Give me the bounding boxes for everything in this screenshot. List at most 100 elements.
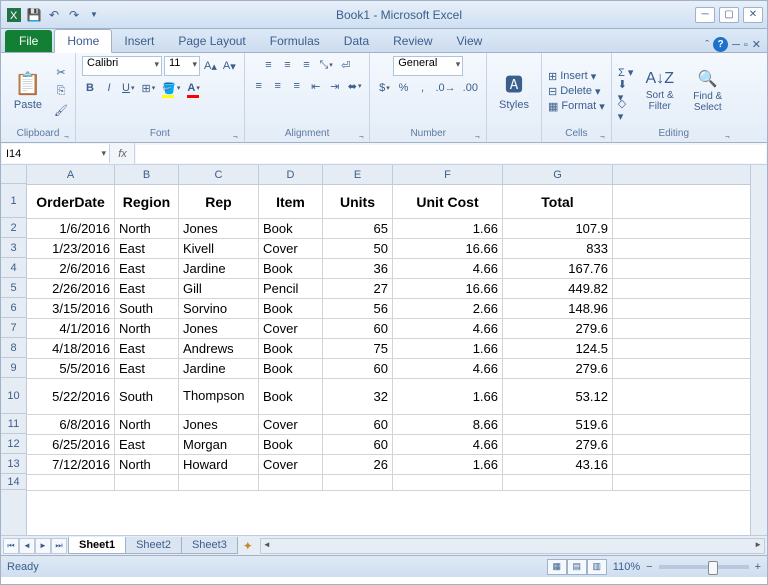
normal-view-icon[interactable]: ▦	[547, 559, 567, 575]
cell[interactable]: 1.66	[393, 219, 503, 238]
prev-sheet-icon[interactable]: ◄	[19, 538, 35, 554]
cell[interactable]: Morgan	[179, 435, 259, 454]
page-layout-view-icon[interactable]: ▤	[567, 559, 587, 575]
currency-icon[interactable]: $	[376, 79, 392, 97]
cell[interactable]: North	[115, 455, 179, 474]
cell[interactable]: 32	[323, 379, 393, 414]
row-header[interactable]: 9	[1, 358, 26, 378]
sheet-tab-2[interactable]: Sheet2	[125, 537, 182, 554]
cell[interactable]: East	[115, 239, 179, 258]
col-header[interactable]: E	[323, 165, 393, 184]
cell[interactable]: 4/1/2016	[27, 319, 115, 338]
minimize-button[interactable]: ─	[695, 7, 715, 23]
row-header[interactable]: 4	[1, 258, 26, 278]
cell[interactable]: 6/8/2016	[27, 415, 115, 434]
file-tab[interactable]: File	[5, 30, 52, 52]
redo-icon[interactable]: ↷	[65, 6, 83, 24]
border-button[interactable]: ⊞	[139, 79, 157, 97]
grid-main[interactable]: A B C D E F G OrderDate Region Rep Item …	[27, 165, 750, 535]
cell[interactable]: 2/26/2016	[27, 279, 115, 298]
vertical-scrollbar[interactable]	[750, 165, 767, 535]
bold-button[interactable]: B	[82, 79, 98, 97]
grow-font-icon[interactable]: A▴	[202, 57, 219, 75]
row-header[interactable]: 12	[1, 434, 26, 454]
decrease-decimal-icon[interactable]: .00	[461, 79, 480, 97]
align-center-icon[interactable]: ≡	[270, 77, 286, 95]
fx-icon[interactable]: fx	[111, 143, 135, 164]
header-cell[interactable]: Total	[503, 185, 613, 218]
doc-close-icon[interactable]: ✕	[752, 38, 761, 51]
save-icon[interactable]: 💾	[25, 6, 43, 24]
col-header[interactable]: A	[27, 165, 115, 184]
first-sheet-icon[interactable]: ⏮	[3, 538, 19, 554]
cut-icon[interactable]: ✂	[53, 64, 69, 80]
cell[interactable]: Book	[259, 259, 323, 278]
cell[interactable]: East	[115, 435, 179, 454]
cell[interactable]: 5/22/2016	[27, 379, 115, 414]
cell[interactable]	[393, 475, 503, 490]
cell[interactable]: Book	[259, 219, 323, 238]
cell[interactable]: 36	[323, 259, 393, 278]
cell[interactable]	[323, 475, 393, 490]
increase-indent-icon[interactable]: ⇥	[327, 77, 343, 95]
cell[interactable]: Gill	[179, 279, 259, 298]
clear-icon[interactable]: ◇ ▾	[618, 102, 634, 118]
cell[interactable]	[27, 475, 115, 490]
cell[interactable]: 60	[323, 359, 393, 378]
cell[interactable]: Kivell	[179, 239, 259, 258]
cell[interactable]: North	[115, 319, 179, 338]
cell[interactable]	[259, 475, 323, 490]
row-header[interactable]: 10	[1, 378, 26, 414]
font-size-select[interactable]: 11	[164, 56, 200, 76]
horizontal-scrollbar[interactable]	[260, 538, 765, 554]
cell[interactable]: Jones	[179, 319, 259, 338]
delete-button[interactable]: ⊟Delete ▾	[548, 85, 605, 98]
cell[interactable]: 60	[323, 415, 393, 434]
new-sheet-icon[interactable]: ✦	[238, 539, 258, 553]
cell[interactable]: 3/15/2016	[27, 299, 115, 318]
cell[interactable]: South	[115, 379, 179, 414]
cell[interactable]: 4.66	[393, 259, 503, 278]
styles-button[interactable]: 🅰 Styles	[493, 71, 535, 111]
header-cell[interactable]: Units	[323, 185, 393, 218]
header-cell[interactable]: Region	[115, 185, 179, 218]
col-header[interactable]: D	[259, 165, 323, 184]
number-format-select[interactable]: General	[393, 56, 463, 76]
cell[interactable]: Andrews	[179, 339, 259, 358]
cell[interactable]: South	[115, 299, 179, 318]
cell[interactable]: 2/6/2016	[27, 259, 115, 278]
tab-review[interactable]: Review	[381, 30, 444, 52]
cell[interactable]: 16.66	[393, 279, 503, 298]
cell[interactable]: 107.9	[503, 219, 613, 238]
shrink-font-icon[interactable]: A▾	[221, 57, 238, 75]
cell[interactable]: East	[115, 279, 179, 298]
sheet-tab-3[interactable]: Sheet3	[181, 537, 238, 554]
tab-home[interactable]: Home	[54, 29, 112, 53]
cell[interactable]: 5/5/2016	[27, 359, 115, 378]
minimize-ribbon-icon[interactable]: ˆ	[705, 39, 709, 51]
row-header[interactable]: 6	[1, 298, 26, 318]
cell[interactable]: 1.66	[393, 455, 503, 474]
tab-insert[interactable]: Insert	[112, 30, 166, 52]
align-left-icon[interactable]: ≡	[251, 77, 267, 95]
cell[interactable]: 27	[323, 279, 393, 298]
cell[interactable]: East	[115, 359, 179, 378]
comma-icon[interactable]: ,	[414, 79, 430, 97]
sheet-tab-1[interactable]: Sheet1	[68, 537, 126, 554]
cell[interactable]: Howard	[179, 455, 259, 474]
undo-icon[interactable]: ↶	[45, 6, 63, 24]
cell[interactable]: 26	[323, 455, 393, 474]
page-break-view-icon[interactable]: ▥	[587, 559, 607, 575]
select-all-corner[interactable]	[1, 165, 26, 184]
header-cell[interactable]: Unit Cost	[393, 185, 503, 218]
row-header[interactable]: 3	[1, 238, 26, 258]
zoom-level[interactable]: 110%	[613, 561, 640, 573]
col-header[interactable]: B	[115, 165, 179, 184]
font-name-select[interactable]: Calibri	[82, 56, 162, 76]
cell[interactable]: North	[115, 415, 179, 434]
cell[interactable]: 279.6	[503, 359, 613, 378]
format-button[interactable]: ▦Format ▾	[548, 100, 605, 113]
cell[interactable]: 124.5	[503, 339, 613, 358]
cell[interactable]: 60	[323, 319, 393, 338]
cell[interactable]: 65	[323, 219, 393, 238]
